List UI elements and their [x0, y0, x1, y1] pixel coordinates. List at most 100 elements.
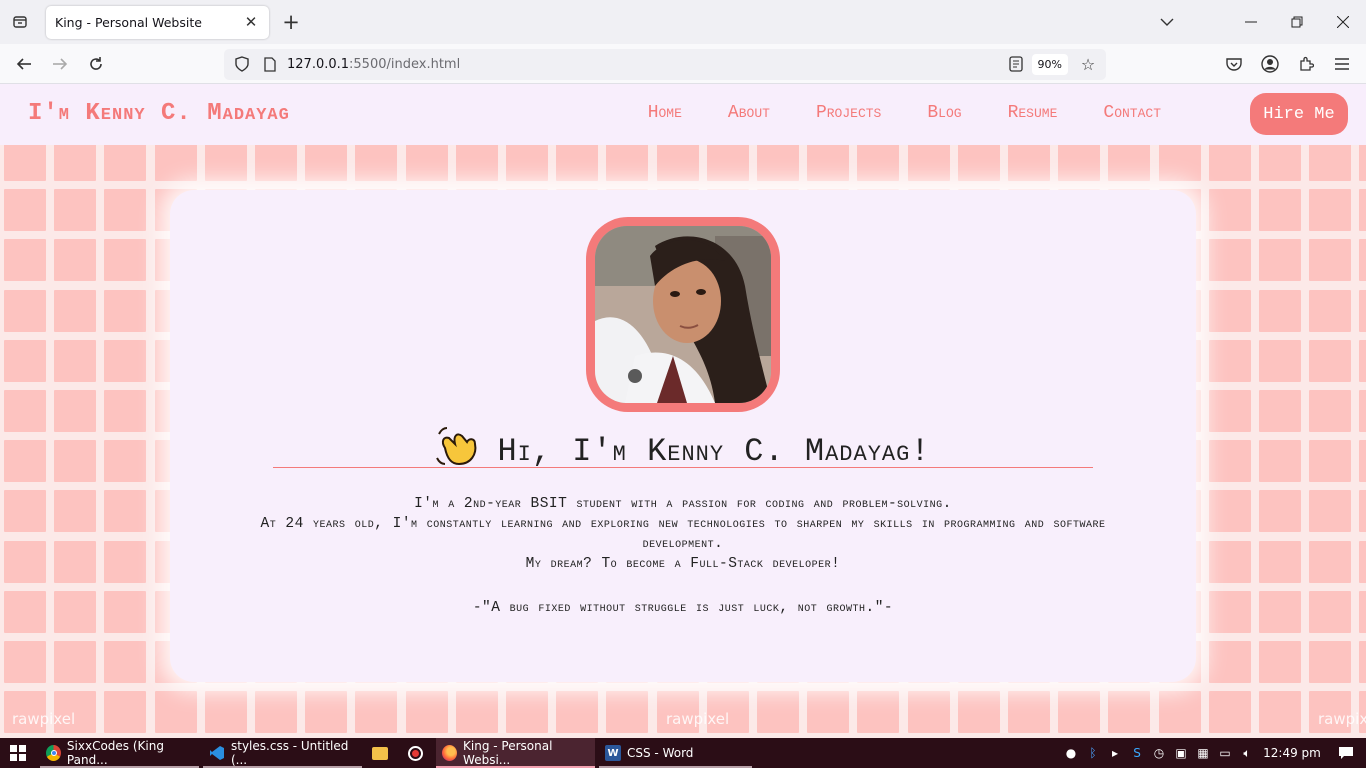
windows-update-icon[interactable]: ▦	[1192, 738, 1214, 768]
grid-tile	[1359, 390, 1366, 432]
menu-hamburger-icon[interactable]	[1328, 50, 1356, 78]
word-icon: W	[605, 745, 621, 761]
site-nav: Home About Projects Blog Resume Contact	[602, 103, 1161, 123]
grid-tile	[1259, 189, 1301, 232]
grid-tile	[1359, 189, 1366, 232]
grid-tile	[405, 691, 448, 734]
grid-tile	[104, 145, 147, 181]
grid-tile	[255, 691, 297, 734]
grid-tile	[1259, 239, 1301, 282]
nav-about[interactable]: About	[728, 103, 770, 123]
grid-tile	[556, 145, 599, 181]
chrome-icon	[46, 745, 61, 761]
grid-tile	[4, 189, 46, 232]
nav-resume[interactable]: Resume	[1008, 103, 1058, 123]
tab-close-icon[interactable]: ✕	[241, 12, 261, 32]
skype-icon[interactable]: S	[1126, 738, 1148, 768]
grid-tile	[556, 691, 599, 734]
system-tray: ● ᛒ ▸ S ◷ ▣ ▦ ▭ 🔈︎ 12:49 pm	[1060, 738, 1366, 768]
tab-list-icon[interactable]	[0, 0, 40, 44]
reload-icon[interactable]	[82, 50, 110, 78]
grid-tile	[1208, 540, 1251, 583]
extensions-icon[interactable]	[1292, 50, 1320, 78]
nav-home[interactable]: Home	[648, 103, 682, 123]
shield-icon[interactable]	[232, 54, 252, 74]
grid-tile	[1008, 691, 1050, 734]
grid-tile	[757, 145, 799, 181]
reader-view-icon[interactable]	[1006, 54, 1026, 74]
site-logo[interactable]: I'm Kenny C. Madayag	[28, 100, 290, 127]
tab-overflow-chevron-icon[interactable]	[1144, 0, 1190, 44]
nav-projects[interactable]: Projects	[816, 103, 881, 123]
taskbar-item-chrome[interactable]: SixxCodes (King Pand...	[40, 738, 199, 768]
notifications-icon[interactable]	[1326, 738, 1366, 768]
back-arrow-icon[interactable]	[10, 50, 38, 78]
browser-tab-active[interactable]: King - Personal Website ✕	[46, 6, 269, 39]
watermark-right: rawpixel	[1318, 710, 1366, 728]
url-path: :5500/index.html	[349, 57, 461, 72]
hire-me-button[interactable]: Hire Me	[1250, 93, 1348, 135]
grid-tile	[54, 590, 97, 633]
clock-app-icon[interactable]: ◷	[1148, 738, 1170, 768]
taskbar-item-vscode[interactable]: styles.css - Untitled (...	[203, 738, 362, 768]
grid-tile	[1208, 339, 1251, 382]
forward-arrow-icon[interactable]	[46, 50, 74, 78]
grid-tile	[4, 339, 46, 382]
windows-start-icon[interactable]	[0, 738, 36, 768]
grid-tile	[1208, 239, 1251, 282]
taskbar-item-file-explorer[interactable]	[366, 738, 394, 768]
taskbar: SixxCodes (King Pand... styles.css - Unt…	[0, 738, 1366, 768]
grid-tile	[706, 145, 749, 181]
grid-tile	[1158, 691, 1201, 734]
grid-tile	[1259, 540, 1301, 583]
grid-tile	[54, 440, 97, 483]
intro-line-3: My dream? To become a Full-Stack develop…	[525, 556, 841, 572]
taskbar-item-recorder[interactable]	[402, 738, 430, 768]
nav-contact[interactable]: Contact	[1103, 103, 1161, 123]
grid-tile	[104, 590, 147, 633]
steam-icon[interactable]: ●	[1060, 738, 1082, 768]
volume-icon[interactable]: 🔈︎	[1236, 738, 1258, 768]
clock-text[interactable]: 12:49 pm	[1258, 746, 1326, 760]
grid-tile	[1208, 289, 1251, 332]
site-header: I'm Kenny C. Madayag Home About Projects…	[0, 84, 1366, 145]
taskbar-item-firefox[interactable]: King - Personal Websi...	[436, 738, 595, 768]
grid-tile	[1359, 145, 1366, 181]
zoom-level-badge[interactable]: 90%	[1031, 54, 1068, 75]
taskbar-item-word[interactable]: W CSS - Word	[599, 738, 752, 768]
intro-line-2: At 24 years old, I'm constantly learning…	[260, 516, 1106, 552]
taskbar-item-label: King - Personal Websi...	[463, 739, 553, 767]
grid-tile	[1309, 390, 1352, 432]
account-icon[interactable]	[1256, 50, 1284, 78]
camera-icon[interactable]: ▣	[1170, 738, 1192, 768]
grid-tile	[54, 390, 97, 432]
grid-tile	[1259, 590, 1301, 633]
address-bar[interactable]: 127.0.0.1:5500/index.html 90% ☆	[224, 49, 1106, 80]
page-icon[interactable]	[260, 54, 280, 74]
tab-title: King - Personal Website	[55, 15, 202, 30]
close-window-icon[interactable]	[1320, 0, 1366, 44]
minimize-icon[interactable]	[1228, 0, 1274, 44]
grid-tile	[54, 490, 97, 533]
grid-tile	[1208, 691, 1251, 734]
bluetooth-icon[interactable]: ᛒ	[1082, 738, 1104, 768]
grid-tile	[104, 490, 147, 533]
network-icon[interactable]: ▭	[1214, 738, 1236, 768]
taskbar-item-label: CSS - Word	[627, 746, 694, 760]
grid-tile	[1359, 590, 1366, 633]
grid-tile	[405, 145, 448, 181]
restore-icon[interactable]	[1274, 0, 1320, 44]
grid-tile	[1359, 239, 1366, 282]
grid-tile	[1208, 189, 1251, 232]
grid-tile	[54, 145, 97, 181]
nav-blog[interactable]: Blog	[927, 103, 961, 123]
arrow-icon[interactable]: ▸	[1104, 738, 1126, 768]
pocket-icon[interactable]	[1220, 50, 1248, 78]
url-text[interactable]: 127.0.0.1:5500/index.html	[287, 57, 460, 72]
grid-tile	[1359, 641, 1366, 683]
bookmark-star-icon[interactable]: ☆	[1078, 54, 1098, 74]
grid-tile	[1158, 145, 1201, 181]
grid-tile	[1309, 145, 1352, 181]
new-tab-icon[interactable]: +	[278, 8, 304, 36]
record-icon	[408, 745, 423, 761]
